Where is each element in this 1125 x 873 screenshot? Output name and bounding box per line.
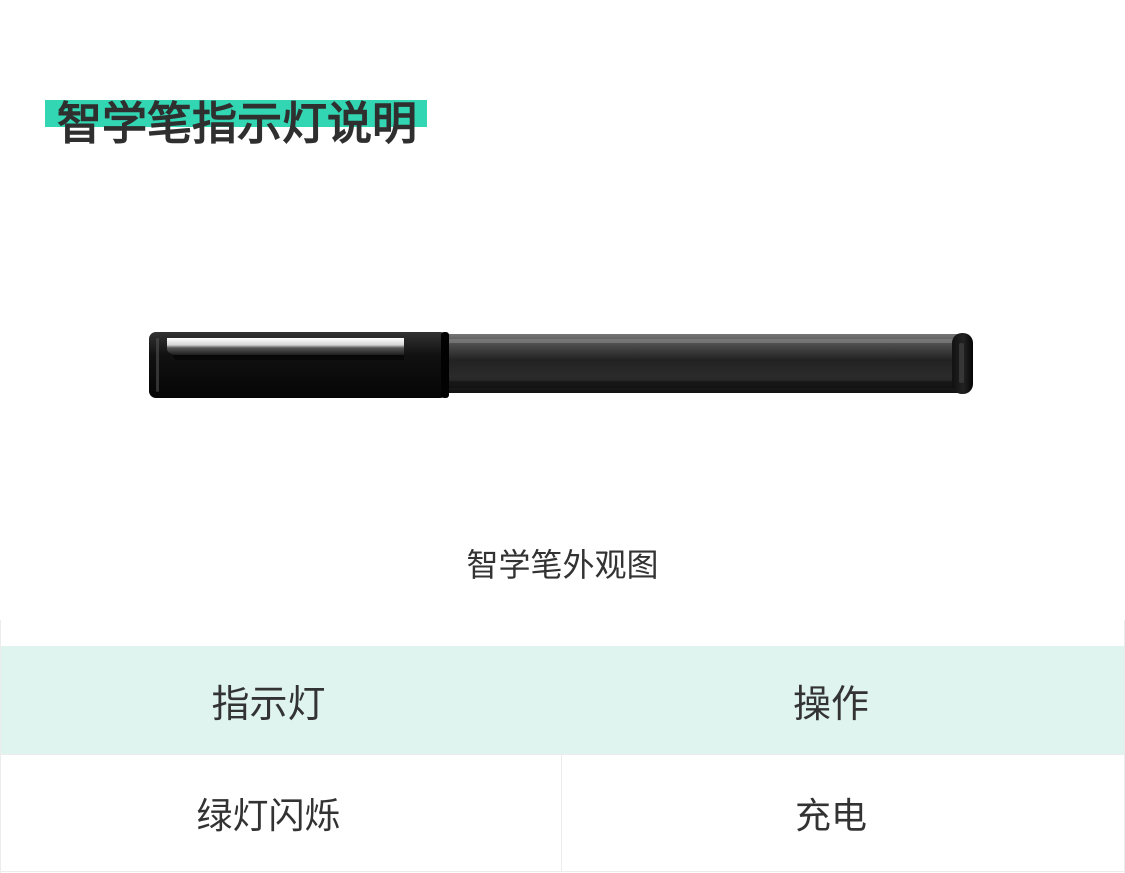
smart-pen-image (149, 332, 973, 398)
page-title-block: 智学笔指示灯说明 (45, 62, 427, 150)
table-bottom-border (0, 871, 1125, 872)
page-title: 智学笔指示灯说明 (57, 97, 418, 151)
pen-cap-edge (441, 332, 449, 398)
header-operation: 操作 (792, 681, 869, 726)
header-indicator-light: 指示灯 (211, 681, 326, 726)
figure-caption: 智学笔外观图 (466, 546, 659, 584)
pen-barrel-shadow (444, 381, 964, 388)
indicator-table: 指示灯 操作 绿灯闪烁 充电 (0, 620, 1125, 873)
pen-end-cap-highlight (959, 343, 964, 383)
pen-clip (167, 338, 404, 356)
pen-clip-shadow (173, 355, 404, 360)
table-row-indicator-value: 绿灯闪烁 (196, 796, 341, 837)
table-row-operation-value: 充电 (794, 796, 867, 837)
pen-barrel-highlight (446, 339, 961, 343)
pen-cap-highlight (156, 338, 159, 392)
